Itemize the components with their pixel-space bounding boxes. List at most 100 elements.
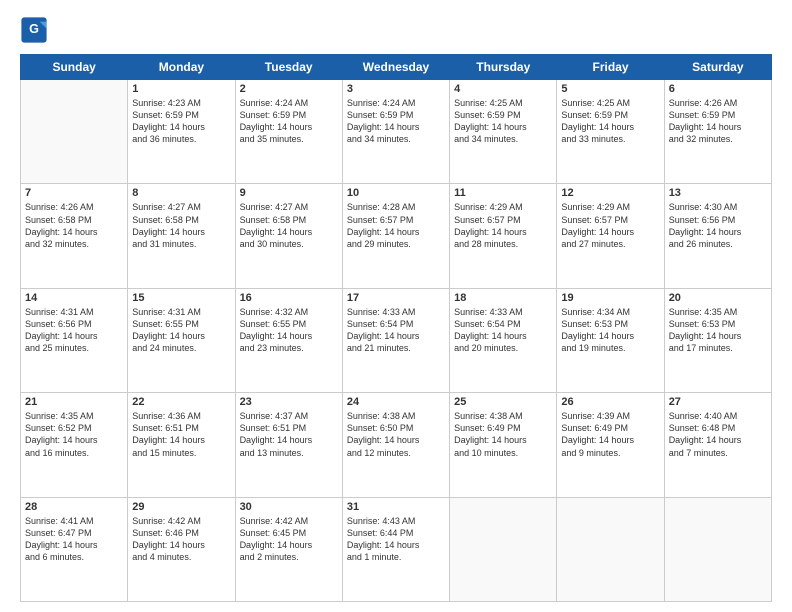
calendar-cell: 5Sunrise: 4:25 AMSunset: 6:59 PMDaylight… [557,80,664,184]
calendar-cell: 25 Sunrise: 4:38 AMSunset: 6:49 PMDayligh… [450,393,557,497]
day-number: 11 [454,187,552,199]
cell-content: Sunrise: 4:26 AMSunset: 6:58 PMDaylight:… [25,201,123,250]
calendar-week-4: 21 Sunrise: 4:35 AMSunset: 6:52 PMDayligh… [21,393,772,497]
day-number: 10 [347,187,445,199]
cell-content: Sunrise: 4:27 AMSunset: 6:58 PMDaylight:… [240,201,338,250]
day-number: 25 [454,396,552,408]
calendar-cell: 6 Sunrise: 4:26 AMSunset: 6:59 PMDaylight… [664,80,771,184]
header: G [20,16,772,44]
day-number: 28 [25,501,123,513]
cell-content: Sunrise: 4:31 AMSunset: 6:55 PMDaylight:… [132,306,230,355]
day-number: 7 [25,187,123,199]
weekday-header-saturday: Saturday [664,55,771,80]
day-number: 19 [561,292,659,304]
day-number: 3 [347,83,445,95]
calendar-cell: 24 Sunrise: 4:38 AMSunset: 6:50 PMDayligh… [342,393,449,497]
weekday-header-row: SundayMondayTuesdayWednesdayThursdayFrid… [21,55,772,80]
calendar-cell [557,497,664,601]
day-number: 29 [132,501,230,513]
day-number: 13 [669,187,767,199]
cell-content: Sunrise: 4:41 AMSunset: 6:47 PMDaylight:… [25,515,123,564]
logo-icon: G [20,16,48,44]
calendar-week-5: 28 Sunrise: 4:41 AMSunset: 6:47 PMDayligh… [21,497,772,601]
cell-content: Sunrise: 4:29 AMSunset: 6:57 PMDaylight:… [561,201,659,250]
calendar-week-3: 14Sunrise: 4:31 AMSunset: 6:56 PMDayligh… [21,288,772,392]
weekday-header-friday: Friday [557,55,664,80]
cell-content: Sunrise: 4:25 AMSunset: 6:59 PMDaylight:… [454,97,552,146]
calendar-cell [450,497,557,601]
calendar-cell: 19 Sunrise: 4:34 AMSunset: 6:53 PMDayligh… [557,288,664,392]
calendar-cell: 22 Sunrise: 4:36 AMSunset: 6:51 PMDayligh… [128,393,235,497]
calendar-cell: 13Sunrise: 4:30 AMSunset: 6:56 PMDayligh… [664,184,771,288]
calendar-cell: 17Sunrise: 4:33 AMSunset: 6:54 PMDayligh… [342,288,449,392]
svg-text:G: G [29,22,39,36]
calendar-cell: 23 Sunrise: 4:37 AMSunset: 6:51 PMDayligh… [235,393,342,497]
day-number: 8 [132,187,230,199]
cell-content: Sunrise: 4:37 AMSunset: 6:51 PMDaylight:… [240,410,338,459]
cell-content: Sunrise: 4:42 AMSunset: 6:45 PMDaylight:… [240,515,338,564]
cell-content: Sunrise: 4:35 AMSunset: 6:52 PMDaylight:… [25,410,123,459]
day-number: 18 [454,292,552,304]
cell-content: Sunrise: 4:33 AMSunset: 6:54 PMDaylight:… [454,306,552,355]
cell-content: Sunrise: 4:34 AMSunset: 6:53 PMDaylight:… [561,306,659,355]
day-number: 4 [454,83,552,95]
calendar-cell: 27 Sunrise: 4:40 AMSunset: 6:48 PMDayligh… [664,393,771,497]
weekday-header-sunday: Sunday [21,55,128,80]
calendar-cell: 26Sunrise: 4:39 AMSunset: 6:49 PMDayligh… [557,393,664,497]
cell-content: Sunrise: 4:40 AMSunset: 6:48 PMDaylight:… [669,410,767,459]
cell-content: Sunrise: 4:38 AMSunset: 6:50 PMDaylight:… [347,410,445,459]
cell-content: Sunrise: 4:24 AMSunset: 6:59 PMDaylight:… [347,97,445,146]
cell-content: Sunrise: 4:27 AMSunset: 6:58 PMDaylight:… [132,201,230,250]
day-number: 30 [240,501,338,513]
day-number: 2 [240,83,338,95]
calendar-week-2: 7 Sunrise: 4:26 AMSunset: 6:58 PMDaylight… [21,184,772,288]
calendar-cell: 3 Sunrise: 4:24 AMSunset: 6:59 PMDaylight… [342,80,449,184]
cell-content: Sunrise: 4:26 AMSunset: 6:59 PMDaylight:… [669,97,767,146]
calendar-cell: 29Sunrise: 4:42 AMSunset: 6:46 PMDayligh… [128,497,235,601]
calendar-cell: 21 Sunrise: 4:35 AMSunset: 6:52 PMDayligh… [21,393,128,497]
weekday-header-monday: Monday [128,55,235,80]
day-number: 17 [347,292,445,304]
calendar-cell: 16Sunrise: 4:32 AMSunset: 6:55 PMDayligh… [235,288,342,392]
day-number: 12 [561,187,659,199]
cell-content: Sunrise: 4:23 AMSunset: 6:59 PMDaylight:… [132,97,230,146]
calendar-cell: 18 Sunrise: 4:33 AMSunset: 6:54 PMDayligh… [450,288,557,392]
calendar-cell: 7 Sunrise: 4:26 AMSunset: 6:58 PMDaylight… [21,184,128,288]
weekday-header-thursday: Thursday [450,55,557,80]
day-number: 22 [132,396,230,408]
weekday-header-tuesday: Tuesday [235,55,342,80]
day-number: 16 [240,292,338,304]
day-number: 23 [240,396,338,408]
calendar-cell: 28 Sunrise: 4:41 AMSunset: 6:47 PMDayligh… [21,497,128,601]
calendar-cell: 2 Sunrise: 4:24 AMSunset: 6:59 PMDaylight… [235,80,342,184]
cell-content: Sunrise: 4:43 AMSunset: 6:44 PMDaylight:… [347,515,445,564]
cell-content: Sunrise: 4:29 AMSunset: 6:57 PMDaylight:… [454,201,552,250]
cell-content: Sunrise: 4:25 AMSunset: 6:59 PMDaylight:… [561,97,659,146]
day-number: 6 [669,83,767,95]
cell-content: Sunrise: 4:28 AMSunset: 6:57 PMDaylight:… [347,201,445,250]
calendar-cell: 20 Sunrise: 4:35 AMSunset: 6:53 PMDayligh… [664,288,771,392]
day-number: 14 [25,292,123,304]
day-number: 20 [669,292,767,304]
calendar-cell: 10 Sunrise: 4:28 AMSunset: 6:57 PMDayligh… [342,184,449,288]
cell-content: Sunrise: 4:36 AMSunset: 6:51 PMDaylight:… [132,410,230,459]
calendar-cell: 14Sunrise: 4:31 AMSunset: 6:56 PMDayligh… [21,288,128,392]
cell-content: Sunrise: 4:38 AMSunset: 6:49 PMDaylight:… [454,410,552,459]
calendar-cell: 12 Sunrise: 4:29 AMSunset: 6:57 PMDayligh… [557,184,664,288]
calendar-cell [21,80,128,184]
day-number: 21 [25,396,123,408]
day-number: 24 [347,396,445,408]
logo: G [20,16,52,44]
cell-content: Sunrise: 4:24 AMSunset: 6:59 PMDaylight:… [240,97,338,146]
day-number: 1 [132,83,230,95]
calendar-cell: 8 Sunrise: 4:27 AMSunset: 6:58 PMDaylight… [128,184,235,288]
calendar-cell: 11 Sunrise: 4:29 AMSunset: 6:57 PMDayligh… [450,184,557,288]
day-number: 27 [669,396,767,408]
calendar-cell: 1 Sunrise: 4:23 AMSunset: 6:59 PMDaylight… [128,80,235,184]
calendar-page: G SundayMondayTuesdayWednesdayThursdayFr… [0,0,792,612]
weekday-header-wednesday: Wednesday [342,55,449,80]
cell-content: Sunrise: 4:35 AMSunset: 6:53 PMDaylight:… [669,306,767,355]
day-number: 9 [240,187,338,199]
day-number: 26 [561,396,659,408]
day-number: 31 [347,501,445,513]
